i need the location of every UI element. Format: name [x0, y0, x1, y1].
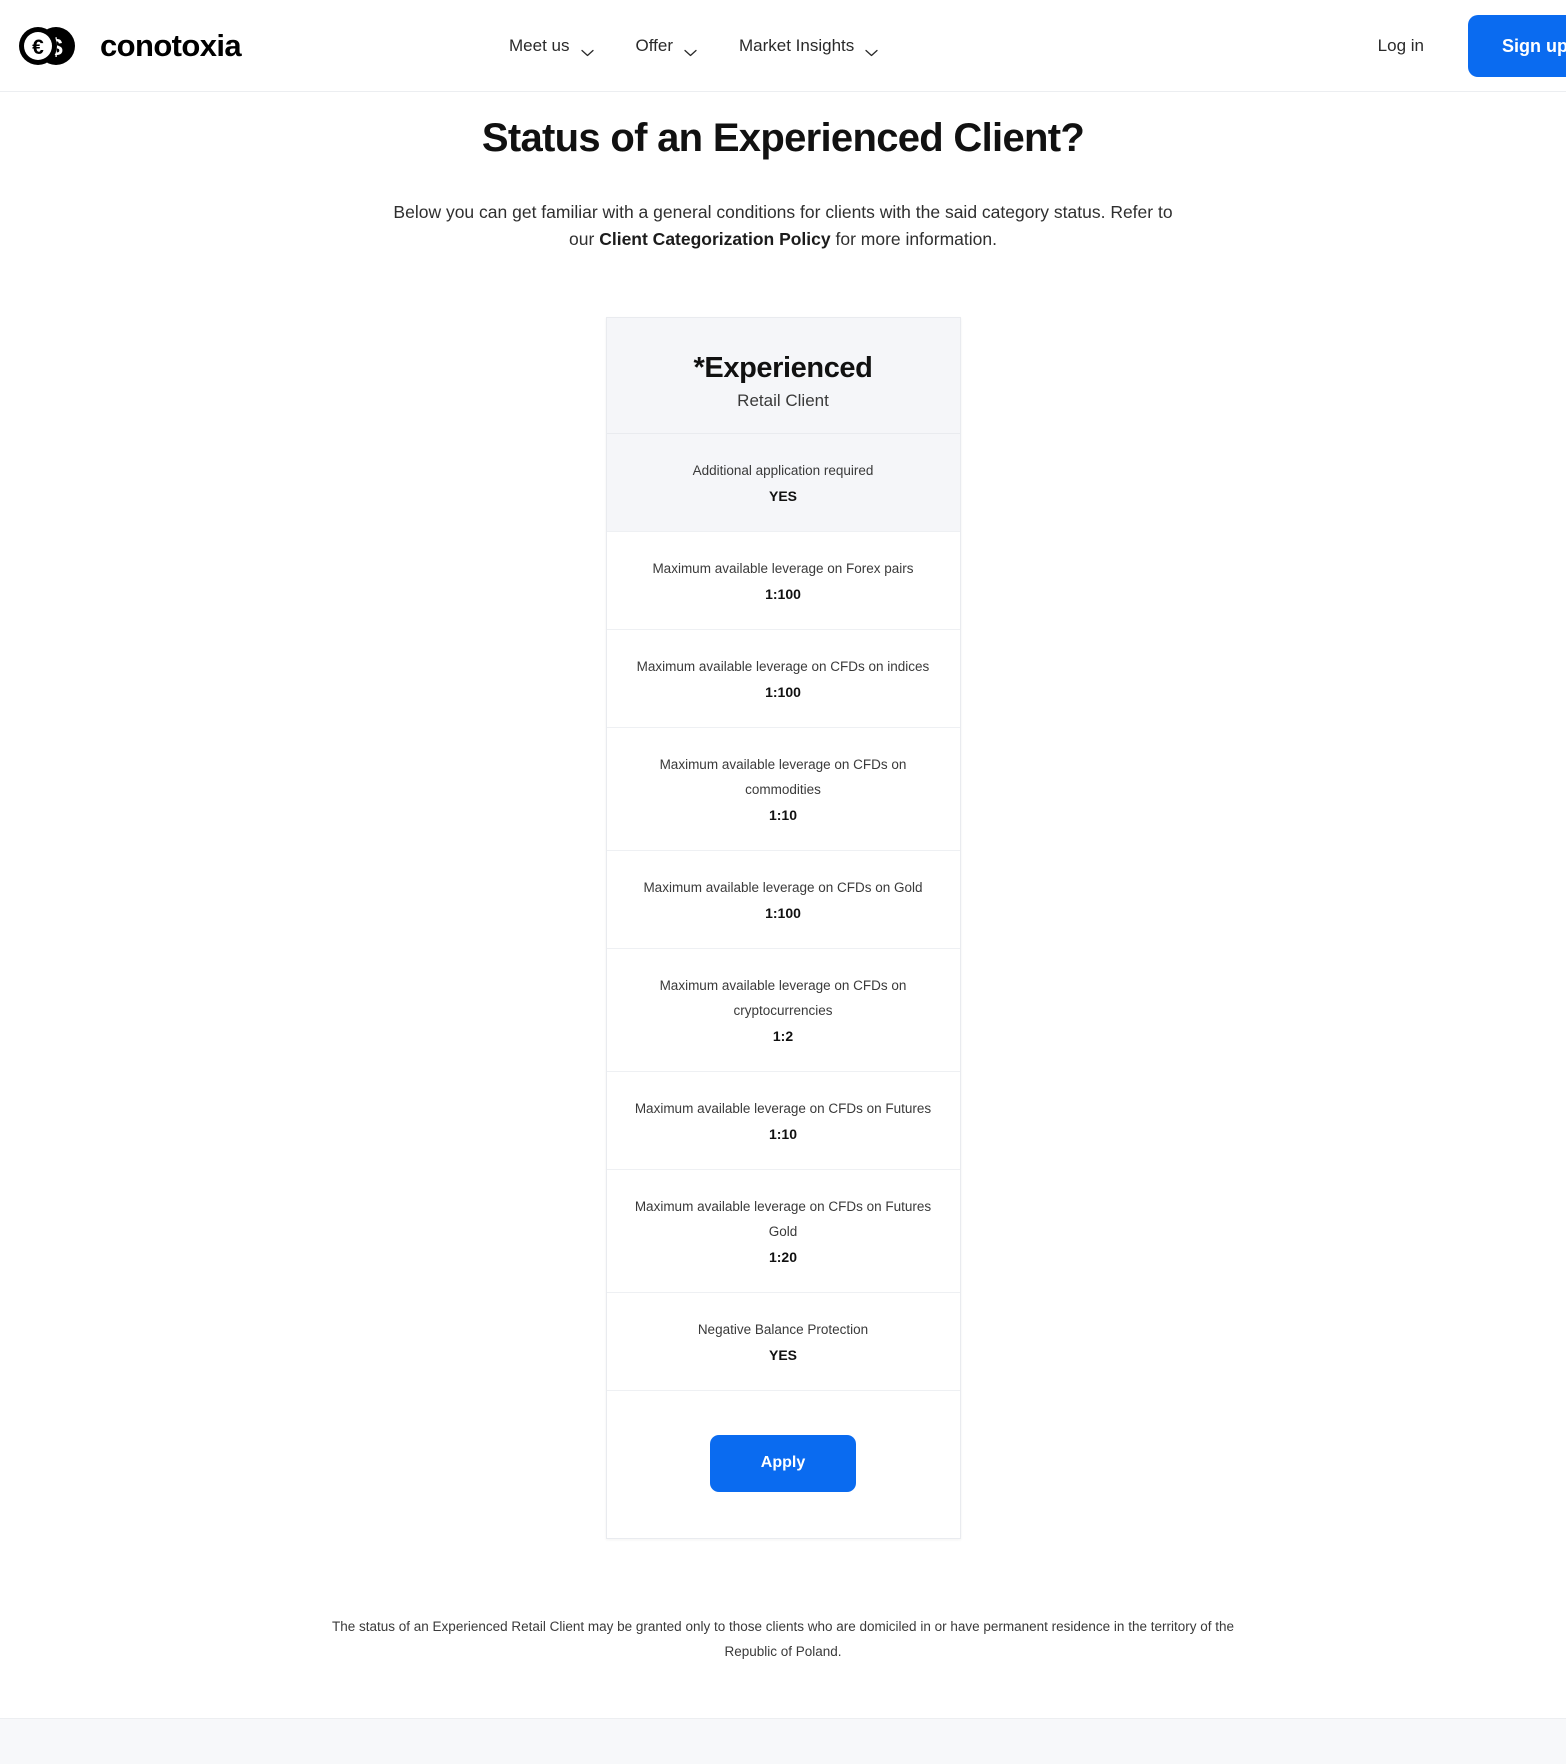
page-intro: Below you can get familiar with a genera… [383, 199, 1183, 253]
page-content: Status of an Experienced Client? Below y… [0, 92, 1566, 1665]
chevron-down-icon [580, 42, 594, 56]
row-label: Maximum available leverage on CFDs on co… [659, 757, 907, 798]
row-value: 1:2 [772, 1028, 794, 1044]
table-row: Maximum available leverage on CFDs on Go… [606, 851, 960, 950]
client-categorization-policy-link[interactable]: Client Categorization Policy [599, 229, 830, 249]
apply-button[interactable]: Apply [710, 1434, 856, 1492]
plan-title: *Experienced [693, 352, 873, 385]
table-row: Maximum available leverage on Forex pair… [606, 532, 960, 631]
row-label: Maximum available leverage on CFDs on Go… [643, 880, 923, 896]
nav-item-offer[interactable]: Offer [636, 36, 697, 56]
chevron-down-icon [865, 42, 878, 56]
page-title: Status of an Experienced Client? [481, 116, 1085, 160]
row-value: 1:100 [765, 586, 801, 603]
row-value: 1:10 [768, 807, 798, 824]
row-value: 1:10 [768, 1125, 798, 1142]
svg-text:€: € [32, 36, 44, 59]
row-value: YES [768, 488, 797, 505]
row-label: Maximum available leverage on CFDs on cr… [659, 978, 907, 1019]
nav-item-label: Meet us [509, 35, 570, 55]
signup-button[interactable]: Sign up free [1467, 15, 1566, 77]
site-header: $ € conotoxia Meet us Offer Market Insig… [0, 0, 1566, 92]
chevron-down-icon [684, 42, 697, 56]
brand-logo[interactable]: $ € conotoxia [18, 26, 242, 66]
card-header: *Experienced Retail Client [606, 318, 960, 435]
table-row: Maximum available leverage on CFDs on Fu… [606, 1072, 960, 1170]
row-label: Maximum available leverage on CFDs on Fu… [634, 1198, 932, 1239]
card-footer: Apply [607, 1391, 960, 1538]
table-row: Maximum available leverage on CFDs on in… [606, 630, 960, 729]
nav-item-meet-us[interactable]: Meet us [509, 35, 594, 56]
table-row: Maximum available leverage on CFDs on cr… [606, 949, 960, 1072]
disclaimer-text: The status of an Experienced Retail Clie… [332, 1618, 1234, 1659]
row-value: 1:20 [768, 1248, 798, 1265]
nav-item-label: Offer [635, 35, 673, 55]
table-row: Maximum available leverage on CFDs on co… [606, 728, 960, 852]
table-row: Additional application required YES [606, 434, 960, 533]
row-label: Negative Balance Protection [697, 1321, 869, 1337]
row-label: Maximum available leverage on CFDs on Fu… [634, 1101, 932, 1116]
row-label: Additional application required [692, 463, 874, 479]
primary-navigation: Meet us Offer Market Insights [509, 36, 878, 56]
nav-item-market-insights[interactable]: Market Insights [739, 36, 878, 56]
row-label: Maximum available leverage on CFDs on in… [636, 659, 930, 675]
brand-name: conotoxia [100, 27, 242, 63]
plan-card-wrapper: *Experienced Retail Client Additional ap… [0, 317, 1566, 1539]
intro-text-after: for more information. [830, 229, 997, 250]
table-row: Negative Balance Protection YES [606, 1293, 960, 1391]
row-value: 1:100 [765, 684, 801, 701]
experienced-client-card: *Experienced Retail Client Additional ap… [605, 317, 961, 1539]
header-actions: Log in Sign up free [1378, 0, 1566, 91]
conotoxia-coins-icon: $ € [18, 26, 90, 66]
login-link[interactable]: Log in [1378, 36, 1424, 56]
row-value: YES [768, 1346, 797, 1363]
row-label: Maximum available leverage on Forex pair… [652, 561, 914, 577]
row-value: 1:100 [765, 905, 801, 922]
table-row: Maximum available leverage on CFDs on Fu… [606, 1170, 960, 1293]
plan-subtitle: Retail Client [737, 391, 829, 411]
footer-strip [0, 1718, 1566, 1764]
nav-item-label: Market Insights [738, 35, 855, 55]
